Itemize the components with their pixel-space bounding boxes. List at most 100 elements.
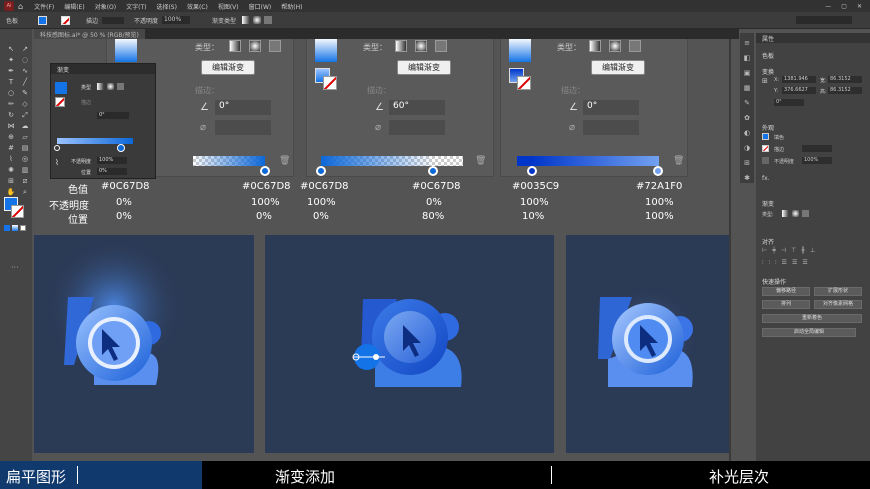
brushes-icon[interactable]: ✎ [744,99,750,107]
gradient-swatch[interactable] [315,39,337,62]
fill-swatch[interactable] [38,15,48,25]
close-icon[interactable]: ✕ [857,3,862,10]
recolor-button[interactable]: 重新着色 [762,314,862,323]
freeform-gradient-icon[interactable] [802,210,809,217]
eyedropper-icon[interactable]: ⌇ [55,158,59,167]
radial-type-icon[interactable] [107,83,114,90]
linear-gradient-icon[interactable] [782,210,789,217]
angle-input[interactable]: 60° [389,100,445,115]
gradient-slider[interactable] [517,156,659,166]
fill-swatch[interactable] [762,133,769,140]
pen-tool-icon[interactable]: ✒ [6,67,16,75]
distribute-top-icon[interactable]: ☰ [782,259,787,267]
opacity-input[interactable]: 100% [802,157,832,164]
freeform-gradient-icon[interactable] [264,16,273,24]
gradient-swatch[interactable] [509,39,531,62]
linear-type-icon[interactable] [97,83,104,90]
ellipse-tool-icon[interactable]: ○ [6,89,16,97]
graph-tool-icon[interactable]: ▥ [20,166,30,174]
freeform-type-icon[interactable] [435,40,447,52]
layers-icon[interactable]: ◧ [744,54,751,62]
menu-edit[interactable]: 编辑(E) [59,2,89,11]
rotate-tool-icon[interactable]: ↻ [6,111,16,119]
menu-type[interactable]: 文字(T) [121,2,151,11]
curvature-tool-icon[interactable]: ∿ [20,67,30,75]
align-bottom-icon[interactable]: ⊥ [810,247,815,254]
gradient-mode-icon[interactable] [12,225,18,231]
menu-effect[interactable]: 效果(C) [182,2,213,11]
gradient-preview[interactable] [55,82,67,94]
line-tool-icon[interactable]: ╱ [20,78,30,86]
reference-point-icon[interactable]: ⊞ [762,77,768,85]
rotate-input[interactable]: 0° [774,99,804,106]
opacity-input[interactable]: 100% [97,157,127,164]
minimize-icon[interactable]: — [825,3,831,10]
color-stop-end[interactable] [428,166,438,176]
fx-button[interactable]: fx. [762,175,770,182]
color-stop-start[interactable] [54,145,60,151]
maximize-icon[interactable]: ▢ [841,3,847,10]
arrange-button[interactable]: 排列 [762,300,810,309]
color-mode-icon[interactable] [4,225,10,231]
distribute-middle-icon[interactable]: ☰ [792,259,797,267]
gradient-slider[interactable] [321,156,463,166]
freeform-type-icon[interactable] [269,40,281,52]
distribute-center-icon[interactable]: ⫶ [769,259,771,267]
artboard-tool-icon[interactable]: ⊞ [6,177,16,185]
edit-gradient-button[interactable]: 编辑渐变 [201,60,255,75]
align-pixel-grid-button[interactable]: 对齐像素网格 [814,300,862,309]
align-right-icon[interactable]: ⊣ [781,247,786,254]
lasso-icon[interactable]: ◌ [20,56,30,64]
zoom-tool-icon[interactable]: ⌕ [20,188,30,196]
menu-help[interactable]: 帮助(H) [276,2,307,11]
edit-gradient-button[interactable]: 编辑渐变 [397,60,451,75]
aspect-ratio-input[interactable] [583,120,639,135]
angle-input[interactable]: 0° [583,100,639,115]
menu-file[interactable]: 文件(F) [29,2,59,11]
warp-tool-icon[interactable]: ☁ [20,122,30,130]
stroke-color-box[interactable] [11,205,24,218]
swatches-icon[interactable]: ▦ [744,84,751,92]
position-input[interactable]: 0% [97,168,127,175]
distribute-bottom-icon[interactable]: ☰ [802,259,807,267]
freeform-type-icon[interactable] [117,83,124,90]
align-top-icon[interactable]: ⊤ [791,247,796,254]
slice-tool-icon[interactable]: ⧄ [20,177,30,185]
gradient-tool-icon[interactable]: ▤ [20,144,30,152]
freeform-type-icon[interactable] [629,40,641,52]
appearance-icon[interactable]: ◐ [744,129,750,137]
global-edit-button[interactable]: 启动全局编辑 [762,328,856,337]
artboards-icon[interactable]: ⊞ [744,159,750,167]
stroke-weight-input[interactable] [802,145,832,152]
color-stop-start[interactable] [527,166,537,176]
vertical-scrollbar[interactable] [729,39,731,461]
color-stop-end[interactable] [653,166,663,176]
delete-stop-icon[interactable]: 🗑 [475,156,486,166]
width-input[interactable]: 86.3152 [828,76,862,83]
home-icon[interactable]: ⌂ [18,2,23,11]
delete-stop-icon[interactable]: 🗑 [279,156,290,166]
menu-window[interactable]: 窗口(W) [244,2,277,11]
opacity-input[interactable]: 100% [162,16,191,24]
stroke-swatch[interactable] [762,145,769,152]
radial-type-icon[interactable] [415,40,427,52]
radial-gradient-icon[interactable] [253,16,262,24]
y-input[interactable]: 376.6627 [782,87,816,94]
linear-gradient-icon[interactable] [242,16,251,24]
distribute-left-icon[interactable]: ⫶ [762,259,764,267]
transparency-icon[interactable]: ◑ [744,144,750,152]
align-middle-icon[interactable]: ╫ [801,247,805,254]
selection-tool-icon[interactable]: ↖ [6,45,16,53]
color-stop-end[interactable] [117,144,125,152]
eyedropper-icon[interactable]: ⌇ [6,155,16,163]
shape-builder-icon[interactable]: ⊕ [6,133,16,141]
artboard-highlight[interactable] [566,235,731,453]
stroke-box[interactable] [517,76,531,90]
menu-object[interactable]: 对象(O) [90,2,121,11]
blend-tool-icon[interactable]: ◎ [20,155,30,163]
color-stop[interactable] [260,166,270,176]
linear-type-icon[interactable] [395,40,407,52]
settings-icon[interactable]: ✱ [744,174,750,182]
align-center-icon[interactable]: ╪ [772,247,776,254]
perspective-icon[interactable]: ▱ [20,133,30,141]
